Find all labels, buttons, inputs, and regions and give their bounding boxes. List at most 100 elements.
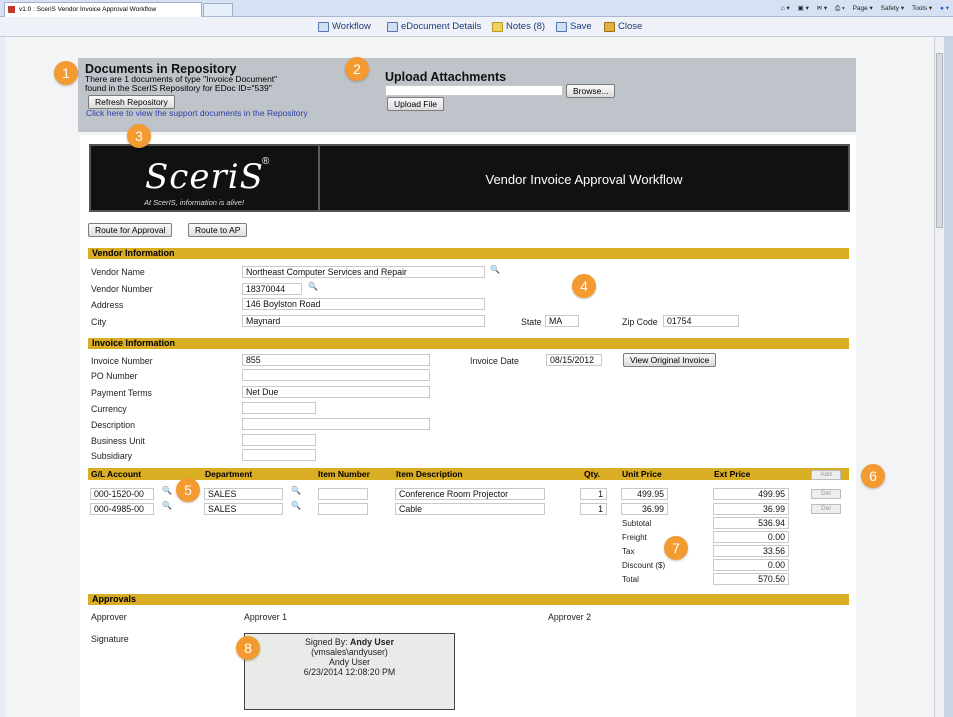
total-label: Total [622, 575, 639, 584]
signature-box: Signed By: Andy User (vmsales\andyuser) … [244, 633, 455, 710]
total-value: 570.50 [713, 573, 789, 585]
safety-menu[interactable]: Safety ▾ [881, 5, 905, 12]
approver-1-label: Approver 1 [244, 612, 288, 622]
tools-menu[interactable]: Tools ▾ [912, 5, 932, 12]
window-frame [944, 37, 953, 717]
page-favicon-icon [8, 6, 15, 13]
gl-lookup-icon[interactable]: 🔍 [162, 486, 172, 495]
business-unit-field[interactable] [242, 434, 316, 446]
signer-display-name: Andy User [328, 657, 371, 667]
approvals-section-header: Approvals [88, 594, 849, 605]
delete-line-button[interactable]: Del [811, 489, 841, 499]
callout-badge: 7 [664, 536, 688, 560]
ext-price-field: 499.95 [713, 488, 789, 500]
zip-code-label: Zip Code [622, 317, 658, 327]
save-label: Save [570, 21, 592, 32]
upload-file-button[interactable]: Upload File [387, 97, 444, 111]
tax-field[interactable]: 33.56 [713, 545, 789, 557]
view-original-invoice-button[interactable]: View Original Invoice [623, 353, 717, 367]
registered-mark: ® [262, 156, 270, 167]
currency-label: Currency [91, 404, 127, 414]
route-to-ap-button[interactable]: Route to AP [188, 223, 248, 237]
save-button[interactable]: Save [556, 17, 592, 37]
vendor-number-field[interactable]: 18370044 [242, 283, 302, 295]
item-number-field[interactable] [318, 488, 368, 500]
qty-header: Qty. [584, 469, 600, 479]
qty-field[interactable]: 1 [580, 488, 607, 500]
discount-field[interactable]: 0.00 [713, 559, 789, 571]
notes-button[interactable]: Notes (8) [492, 17, 545, 37]
repository-status: There are 1 documents of type "Invoice D… [85, 75, 277, 93]
gl-account-field[interactable]: 000-4985-00 [90, 503, 154, 515]
new-tab-button[interactable] [203, 3, 233, 16]
ext-price-header: Ext Price [714, 469, 751, 479]
callout-badge: 2 [345, 57, 369, 81]
gl-account-field[interactable]: 000-1520-00 [90, 488, 154, 500]
address-label: Address [91, 300, 124, 310]
currency-field[interactable] [242, 402, 316, 414]
feeds-icon[interactable]: ▣ ▾ [798, 5, 809, 12]
signed-by-line: Signed By: Andy User [245, 637, 454, 647]
home-icon[interactable]: ⌂ ▾ [781, 5, 790, 12]
unit-price-header: Unit Price [622, 469, 662, 479]
subsidiary-field[interactable] [242, 449, 316, 461]
zip-code-field[interactable]: 01754 [663, 315, 739, 327]
state-field[interactable]: MA [545, 315, 579, 327]
vendor-number-lookup-icon[interactable]: 🔍 [308, 282, 318, 291]
unit-price-field[interactable]: 499.95 [621, 488, 668, 500]
department-lookup-icon[interactable]: 🔍 [291, 486, 301, 495]
po-number-field[interactable] [242, 369, 430, 381]
invoice-date-field[interactable]: 08/15/2012 [546, 354, 602, 366]
gl-lookup-icon[interactable]: 🔍 [162, 501, 172, 510]
workflow-button[interactable]: Workflow [318, 17, 371, 37]
callout-badge: 1 [54, 61, 78, 85]
department-field[interactable]: SALES [204, 503, 283, 515]
delete-line-button[interactable]: Del [811, 504, 841, 514]
help-icon[interactable]: ● ▾ [940, 5, 949, 12]
description-field[interactable] [242, 418, 430, 430]
vendor-number-label: Vendor Number [91, 284, 153, 294]
mail-icon[interactable]: ✉ ▾ [817, 5, 828, 12]
city-label: City [91, 317, 107, 327]
state-label: State [521, 317, 542, 327]
department-field[interactable]: SALES [204, 488, 283, 500]
department-lookup-icon[interactable]: 🔍 [291, 501, 301, 510]
item-description-field[interactable]: Cable [395, 503, 545, 515]
freight-field[interactable]: 0.00 [713, 531, 789, 543]
vendor-name-lookup-icon[interactable]: 🔍 [490, 265, 500, 274]
address-field[interactable]: 146 Boylston Road [242, 298, 485, 310]
print-icon[interactable]: ⎙ ▾ [835, 5, 845, 12]
close-icon [604, 22, 615, 32]
invoice-number-field[interactable]: 855 [242, 354, 430, 366]
item-number-field[interactable] [318, 503, 368, 515]
approver-label: Approver [91, 612, 127, 622]
scrollbar-thumb[interactable] [936, 53, 943, 228]
city-field[interactable]: Maynard [242, 315, 485, 327]
invoice-number-label: Invoice Number [91, 356, 153, 366]
discount-label: Discount ($) [622, 561, 666, 570]
vendor-name-field[interactable]: Northeast Computer Services and Repair [242, 266, 485, 278]
upload-file-field[interactable] [385, 85, 563, 96]
vendor-section-header: Vendor Information [88, 248, 849, 259]
notes-icon [492, 22, 503, 32]
qty-field[interactable]: 1 [580, 503, 607, 515]
signature-label: Signature [91, 634, 129, 644]
callout-badge: 3 [127, 124, 151, 148]
unit-price-field[interactable]: 36.99 [621, 503, 668, 515]
browse-button[interactable]: Browse... [566, 84, 616, 98]
add-line-button[interactable]: Add [811, 470, 841, 480]
refresh-repository-button[interactable]: Refresh Repository [88, 95, 175, 109]
route-for-approval-button[interactable]: Route for Approval [88, 223, 173, 237]
item-description-header: Item Description [396, 469, 463, 479]
payment-terms-field[interactable]: Net Due [242, 386, 430, 398]
workflow-icon [318, 22, 329, 32]
workflow-label: Workflow [332, 21, 371, 32]
close-button[interactable]: Close [604, 17, 642, 37]
browser-tab[interactable]: v1.0 : SceriS Vendor Invoice Approval Wo… [4, 2, 202, 17]
item-description-field[interactable]: Conference Room Projector [395, 488, 545, 500]
edoc-details-button[interactable]: eDocument Details [387, 17, 481, 37]
callout-badge: 5 [176, 478, 200, 502]
subtotal-label: Subtotal [622, 519, 652, 528]
repository-documents-link[interactable]: Click here to view the support documents… [86, 108, 308, 118]
page-menu[interactable]: Page ▾ [853, 5, 873, 12]
